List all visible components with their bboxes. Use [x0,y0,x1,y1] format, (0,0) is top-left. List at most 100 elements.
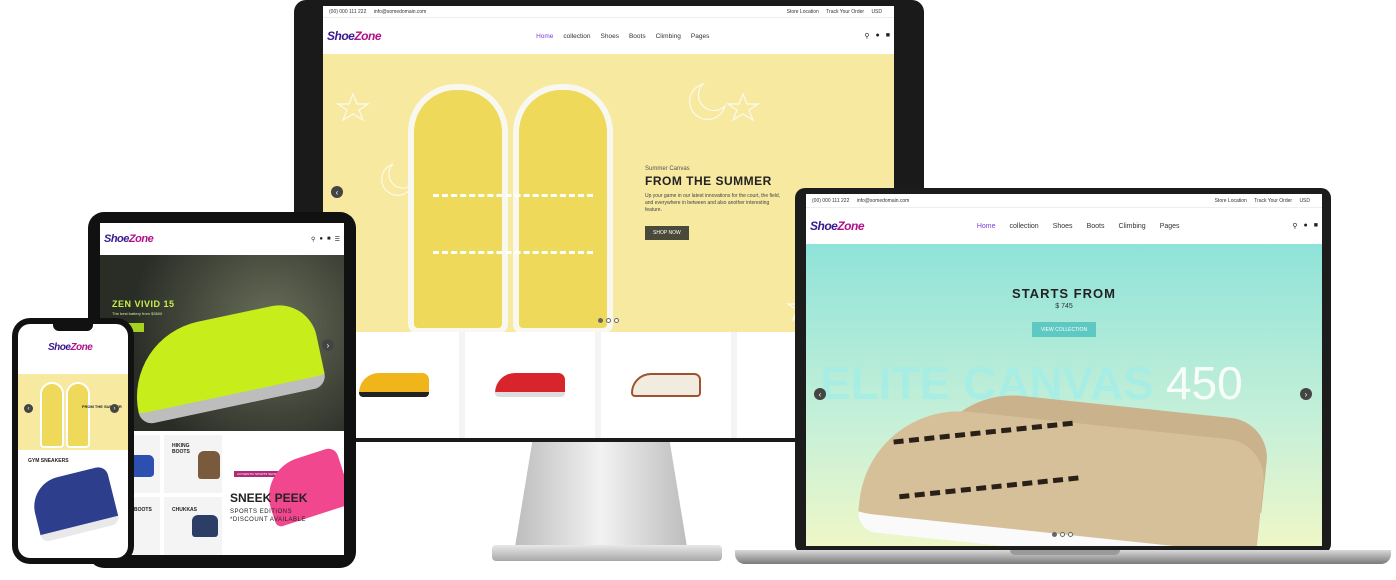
hero-title: FROM THE SUMMER [645,174,772,188]
dot[interactable] [606,318,611,323]
user-icon[interactable]: ● [1304,222,1308,230]
dot[interactable] [598,318,603,323]
menu-home[interactable]: Home [977,223,996,230]
main-menu: Home collection Shoes Boots Climbing Pag… [536,33,709,40]
desktop-stand [515,442,687,547]
phone-text: (00) 000 111 222 [329,8,367,15]
hero-kicker: Summer Canvas [645,166,690,172]
hero-prev-arrow[interactable]: ‹ [331,186,343,198]
hero-title: ZEN VIVID 15 [112,299,175,309]
phone-notch [53,324,93,331]
product-card[interactable] [601,332,731,438]
store-location-link[interactable]: Store Location [1215,198,1247,204]
tile-hiking-boots[interactable]: HIKING BOOTS [164,435,222,493]
yellow-shoe [40,382,64,448]
logo[interactable]: ShoeZone [104,233,154,245]
menu-climbing[interactable]: Climbing [656,33,681,40]
hero-content: Summer Canvas FROM THE SUMMER Up your ga… [645,166,785,240]
store-location-link[interactable]: Store Location [787,9,819,15]
shoe-laces [433,194,593,254]
yellow-cleat-image [359,373,429,397]
product-card[interactable] [465,332,595,438]
hero-title: STARTS FROM [1012,286,1116,301]
tile-label: BOOTS [134,507,152,513]
desktop-stand-base [492,545,722,561]
menu-shoes[interactable]: Shoes [1053,223,1073,230]
cart-icon[interactable]: ■ [886,32,890,40]
gym-sneaker-image[interactable] [27,465,121,543]
dot[interactable] [1060,532,1065,537]
menu-home[interactable]: Home [536,33,553,40]
desktop-nav: ShoeZone Home collection Shoes Boots Cli… [323,18,894,54]
chevron-left-icon[interactable]: ‹ [814,388,826,400]
menu-pages[interactable]: Pages [691,33,709,40]
email-text: info@somedomain.com [373,8,427,15]
search-icon[interactable]: ⚲ [1292,222,1297,230]
tablet-screen: ShoeZone ⚲ ● ■ ☰ ZEN VIVID 15 The best b… [100,223,344,555]
laptop-nav: ShoeZone Home collection Shoes Boots Cli… [806,208,1322,244]
track-order-link[interactable]: Track Your Order [1254,198,1292,204]
menu-collection[interactable]: collection [563,33,590,40]
dot[interactable] [1052,532,1057,537]
logo[interactable]: ShoeZone [48,342,93,353]
menu-climbing[interactable]: Climbing [1118,223,1145,230]
hero-prev-arrow[interactable]: ‹ [814,388,826,400]
cart-icon[interactable]: ■ [327,236,331,243]
chevron-right-icon[interactable]: › [110,404,119,413]
pink-sneaker [258,446,344,528]
chevron-left-icon[interactable]: ‹ [24,404,33,413]
search-icon[interactable]: ⚲ [311,236,315,243]
email-text: info@somedomain.com [856,197,910,204]
chevron-right-icon[interactable]: › [1300,388,1312,400]
tile-title: SNEEK PEEK [230,491,308,505]
track-order-link[interactable]: Track Your Order [826,9,864,15]
menu-shoes[interactable]: Shoes [601,33,619,40]
header-icons: ⚲ ● ■ [1292,222,1318,230]
user-icon[interactable]: ● [319,236,323,243]
phone-text: (00) 000 111 222 [812,197,850,204]
desktop-topbar: (00) 000 111 222 info@somedomain.com Sto… [323,6,894,18]
boot-image [198,451,220,479]
tile-label: HIKING BOOTS [172,443,190,455]
logo[interactable]: ShoeZone [327,29,382,43]
chevron-left-icon[interactable]: ‹ [331,186,343,198]
tile-discount: *DISCOUNT AVAILABLE [230,517,306,523]
chukka-image [192,515,218,537]
tablet-nav: ShoeZone ⚲ ● ■ ☰ [100,223,344,255]
hero-prev-arrow[interactable]: ‹ [24,404,33,413]
tile-sneek-peek[interactable]: AUTHENTIC SPORTS SHOES SNEEK PEEK SPORTS… [226,435,344,555]
hero-text: Up your game in our latest innovations f… [645,193,781,213]
dot[interactable] [1068,532,1073,537]
hero-next-arrow[interactable]: › [110,404,119,413]
search-icon[interactable]: ⚲ [864,32,869,40]
section-title: GYM SNEAKERS [28,458,69,464]
red-cleat-image [495,373,565,397]
laptop-topbar: (00) 000 111 222 info@somedomain.com Sto… [806,194,1322,208]
hero-price: $ 745 [1055,303,1073,310]
menu-pages[interactable]: Pages [1160,223,1180,230]
currency-select[interactable]: USD [1299,198,1310,204]
currency-select[interactable]: USD [871,9,882,15]
menu-collection[interactable]: collection [1010,223,1039,230]
shop-now-button[interactable]: SHOP NOW [645,226,689,240]
laptop-screen: (00) 000 111 222 info@somedomain.com Sto… [806,194,1322,546]
logo[interactable]: ShoeZone [810,219,865,233]
hero-next-arrow[interactable]: › [322,339,334,351]
hamburger-icon[interactable]: ☰ [335,236,340,243]
laptop-hero: STARTS FROM $ 745 VIEW COLLECTION ELITE … [806,244,1322,546]
tile-chukkas[interactable]: CHUKKAS [164,497,222,555]
dot[interactable] [614,318,619,323]
tile-label: CHUKKAS [172,507,197,513]
menu-boots[interactable]: Boots [1087,223,1105,230]
hero-next-arrow[interactable]: › [1300,388,1312,400]
chevron-right-icon[interactable]: › [322,339,334,351]
view-collection-button[interactable]: VIEW COLLECTION [1032,322,1096,337]
tile-sub: SPORTS EDITIONS [230,509,293,515]
cart-icon[interactable]: ■ [1314,222,1318,230]
white-sneaker-image [631,373,701,397]
hero-dots [598,318,619,323]
hero-sub: The best battery from $3600 [112,311,163,316]
menu-boots[interactable]: Boots [629,33,646,40]
neon-sneaker [122,298,328,426]
user-icon[interactable]: ● [876,32,880,40]
